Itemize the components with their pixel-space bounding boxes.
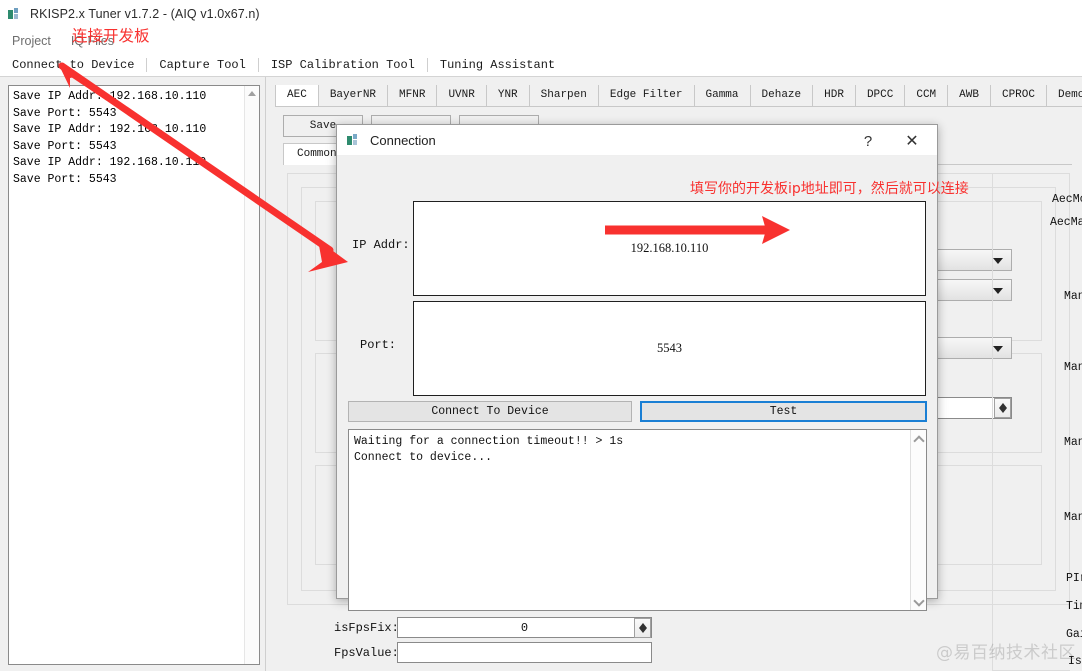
connection-log-scrollbar[interactable] (910, 430, 926, 610)
app-icon (8, 7, 22, 21)
main-log-scrollbar[interactable] (244, 86, 259, 664)
module-tabstrip: AEC BayerNR MFNR UVNR YNR Sharpen Edge F… (275, 85, 1082, 107)
help-icon[interactable]: ? (855, 130, 881, 152)
close-icon[interactable]: ✕ (897, 130, 927, 152)
toolbar-tuning-assistant[interactable]: Tuning Assistant (428, 56, 567, 74)
watermark: @易百纳技术社区 (936, 643, 1076, 663)
tab-bayernr[interactable]: BayerNR (317, 85, 389, 106)
menu-item-project[interactable]: Project (2, 32, 61, 50)
spinner-down-icon (639, 628, 647, 633)
port-label: Port: (360, 338, 397, 352)
toolbar-connect-to-device[interactable]: Connect to Device (0, 56, 146, 74)
dialog-app-icon (347, 133, 361, 147)
fpsvalue-input[interactable] (397, 642, 652, 663)
application-window: RKISP2.x Tuner v1.7.2 - (AIQ v1.0x67.n) … (0, 0, 1082, 671)
tab-dehaze[interactable]: Dehaze (749, 85, 814, 106)
tab-cproc[interactable]: CPROC (989, 85, 1047, 106)
isfpsfix-spinner[interactable] (634, 618, 651, 638)
tab-gamma[interactable]: Gamma (693, 85, 751, 106)
connect-to-device-button[interactable]: Connect To Device (348, 401, 632, 422)
main-log-box[interactable]: Save IP Addr: 192.168.10.110 Save Port: … (8, 85, 260, 665)
group-frame-right (992, 173, 1070, 671)
label-aec-manual: AecMa (1050, 216, 1082, 229)
isfpsfix-input[interactable]: 0 (397, 617, 652, 638)
label-time: Tim (1066, 600, 1082, 613)
tab-uvnr[interactable]: UVNR (436, 85, 487, 106)
tab-hdr[interactable]: HDR (812, 85, 856, 106)
window-title: RKISP2.x Tuner v1.7.2 - (AIQ v1.0x67.n) (30, 7, 260, 21)
label-pir: PIr (1066, 572, 1082, 585)
port-input[interactable]: 5543 (413, 301, 926, 396)
ip-addr-value: 192.168.10.110 (630, 241, 709, 255)
scroll-up-icon[interactable] (248, 91, 256, 96)
label-manual-2: Man (1064, 361, 1082, 374)
toolbar-capture-tool[interactable]: Capture Tool (147, 56, 257, 74)
connection-log-text: Waiting for a connection timeout!! > 1s … (354, 435, 624, 464)
ip-addr-input[interactable]: 192.168.10.110 (413, 201, 926, 296)
annotation-ip-hint: 填写你的开发板ip地址即可，然后就可以连接 (690, 181, 969, 197)
tool-bar: Connect to Device Capture Tool ISP Calib… (0, 53, 1082, 77)
annotation-connect-board: 连接开发板 (72, 27, 150, 45)
scroll-down-icon[interactable] (915, 596, 923, 604)
port-value: 5543 (657, 341, 682, 355)
menu-bar: Project IQ Files (0, 28, 1082, 53)
tab-dpcc[interactable]: DPCC (854, 85, 906, 106)
left-panel: Save IP Addr: 192.168.10.110 Save Port: … (0, 77, 266, 671)
fpsvalue-label: FpsValue: (334, 646, 399, 660)
window-titlebar: RKISP2.x Tuner v1.7.2 - (AIQ v1.0x67.n) (0, 0, 1082, 28)
scroll-up-icon[interactable] (915, 436, 923, 444)
tab-sharpen[interactable]: Sharpen (528, 85, 599, 106)
connection-log-box[interactable]: Waiting for a connection timeout!! > 1s … (348, 429, 927, 611)
main-log-text: Save IP Addr: 192.168.10.110 Save Port: … (13, 90, 207, 186)
label-aec-mode: AecMo (1052, 193, 1082, 206)
label-manual-1: Man (1064, 290, 1082, 303)
dialog-title: Connection (370, 132, 436, 148)
dialog-titlebar: Connection ? ✕ (337, 125, 937, 156)
toolbar-isp-calibration-tool[interactable]: ISP Calibration Tool (259, 56, 427, 74)
label-manual-3: Man (1064, 436, 1082, 449)
tab-demosaic[interactable]: Demosaic (1045, 85, 1082, 106)
label-manual-4: Man (1064, 511, 1082, 524)
tab-awb[interactable]: AWB (947, 85, 991, 106)
isfpsfix-value: 0 (520, 620, 529, 635)
tab-aec[interactable]: AEC (275, 85, 319, 106)
dialog-body: IP Addr: 192.168.10.110 Port: 5543 Conne… (337, 156, 937, 611)
tab-ccm[interactable]: CCM (904, 85, 949, 106)
tab-mfnr[interactable]: MFNR (387, 85, 438, 106)
isfpsfix-label: isFpsFix: (334, 621, 399, 635)
tab-ynr[interactable]: YNR (485, 85, 530, 106)
ip-addr-label: IP Addr: (352, 238, 410, 252)
tab-edge-filter[interactable]: Edge Filter (597, 85, 695, 106)
test-button[interactable]: Test (640, 401, 927, 422)
